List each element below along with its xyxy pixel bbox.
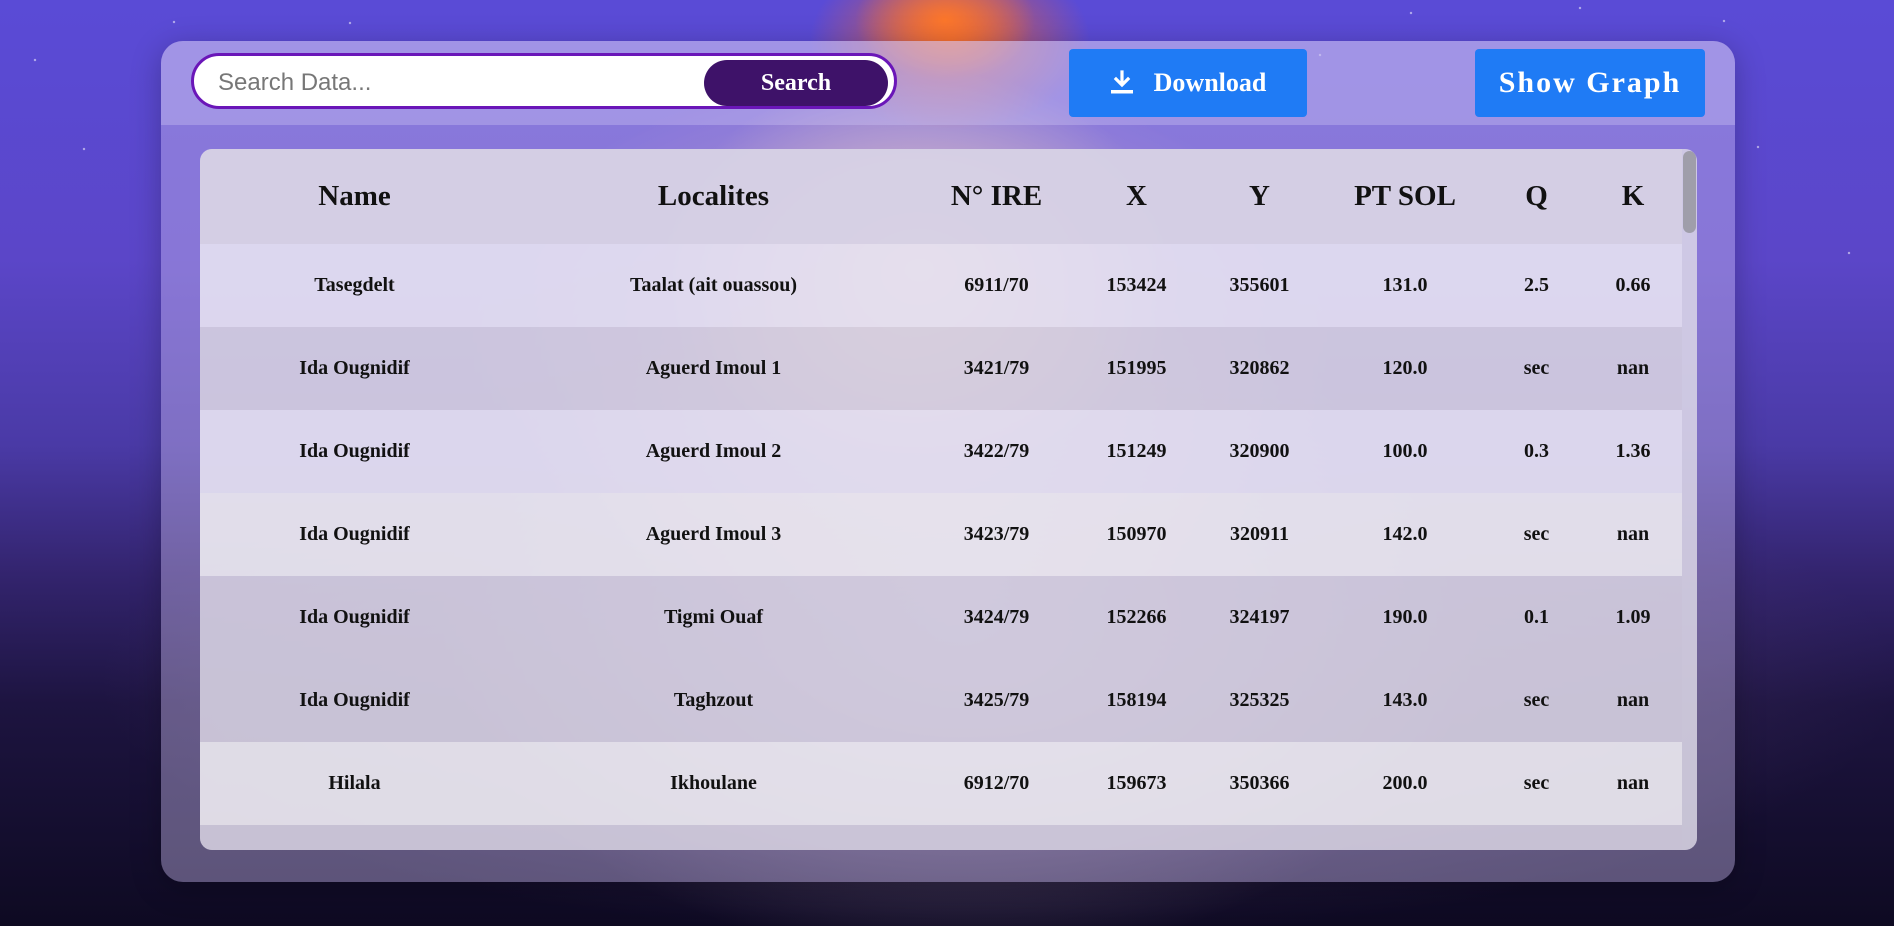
cell-y: 320862 — [1198, 327, 1321, 410]
table-row[interactable]: Tasegdelt Taalat (ait ouassou) 6911/70 1… — [200, 244, 1682, 327]
table-header-row: Name Localites N° IRE X Y PT SOL Q K — [200, 149, 1682, 244]
column-header-q[interactable]: Q — [1489, 149, 1584, 244]
cell-name: Ida Ougnidif — [200, 576, 509, 659]
cell-name: Hilala — [200, 742, 509, 825]
cell-q: sec — [1489, 659, 1584, 742]
show-graph-button[interactable]: Show Graph — [1475, 49, 1705, 117]
download-icon — [1108, 69, 1136, 97]
cell-k: 1.36 — [1584, 410, 1682, 493]
cell-k: nan — [1584, 327, 1682, 410]
cell-y: 320900 — [1198, 410, 1321, 493]
column-header-x[interactable]: X — [1075, 149, 1198, 244]
cell-pt-sol: 190.0 — [1321, 576, 1489, 659]
toolbar: Search Download Show Graph — [161, 41, 1735, 125]
cell-x: 152266 — [1075, 576, 1198, 659]
column-header-name[interactable]: Name — [200, 149, 509, 244]
cell-x: 159673 — [1075, 742, 1198, 825]
cell-n-ire: 3421/79 — [918, 327, 1075, 410]
cell-y: 320911 — [1198, 493, 1321, 576]
cell-k: nan — [1584, 742, 1682, 825]
cell-n-ire: 3425/79 — [918, 659, 1075, 742]
cell-q: sec — [1489, 742, 1584, 825]
cell-localites: Tigmi Ouaf — [509, 576, 918, 659]
cell-q: 0.3 — [1489, 410, 1584, 493]
table-row[interactable]: Ida Ougnidif Aguerd Imoul 2 3422/79 1512… — [200, 410, 1682, 493]
cell-q: sec — [1489, 327, 1584, 410]
cell-n-ire: 3423/79 — [918, 493, 1075, 576]
cell-pt-sol: 120.0 — [1321, 327, 1489, 410]
cell-n-ire: 3424/79 — [918, 576, 1075, 659]
cell-q: sec — [1489, 493, 1584, 576]
download-button[interactable]: Download — [1069, 49, 1307, 117]
table-scrollbar[interactable] — [1682, 149, 1697, 850]
table-row[interactable]: Ida Ougnidif Taghzout 3425/79 158194 325… — [200, 659, 1682, 742]
search-input[interactable] — [216, 64, 690, 102]
download-label: Download — [1153, 68, 1267, 97]
cell-localites: Aguerd Imoul 1 — [509, 327, 918, 410]
cell-name: Ida Ougnidif — [200, 659, 509, 742]
cell-y: 350366 — [1198, 742, 1321, 825]
data-table-container: Name Localites N° IRE X Y PT SOL Q K Tas… — [200, 149, 1697, 850]
cell-pt-sol: 200.0 — [1321, 742, 1489, 825]
table-row[interactable]: Ida Ougnidif Tigmi Ouaf 3424/79 152266 3… — [200, 576, 1682, 659]
scrollbar-thumb[interactable] — [1683, 151, 1696, 233]
column-header-localites[interactable]: Localites — [509, 149, 918, 244]
column-header-y[interactable]: Y — [1198, 149, 1321, 244]
table-scroll-area[interactable]: Name Localites N° IRE X Y PT SOL Q K Tas… — [200, 149, 1697, 850]
cell-localites: Aguerd Imoul 3 — [509, 493, 918, 576]
column-header-pt-sol[interactable]: PT SOL — [1321, 149, 1489, 244]
cell-x: 150970 — [1075, 493, 1198, 576]
table-row[interactable]: Ida Ougnidif Aguerd Imoul 3 3423/79 1509… — [200, 493, 1682, 576]
column-header-n-ire[interactable]: N° IRE — [918, 149, 1075, 244]
cell-pt-sol: 131.0 — [1321, 244, 1489, 327]
cell-pt-sol: 100.0 — [1321, 410, 1489, 493]
cell-n-ire: 6912/70 — [918, 742, 1075, 825]
cell-pt-sol: 143.0 — [1321, 659, 1489, 742]
cell-k: 0.66 — [1584, 244, 1682, 327]
cell-x: 151249 — [1075, 410, 1198, 493]
cell-k: nan — [1584, 493, 1682, 576]
cell-name: Ida Ougnidif — [200, 327, 509, 410]
search-button[interactable]: Search — [704, 60, 888, 106]
cell-name: Ida Ougnidif — [200, 410, 509, 493]
cell-y: 325325 — [1198, 659, 1321, 742]
cell-q: 0.1 — [1489, 576, 1584, 659]
cell-k: 1.09 — [1584, 576, 1682, 659]
cell-n-ire: 3422/79 — [918, 410, 1075, 493]
cell-q: 2.5 — [1489, 244, 1584, 327]
cell-localites: Taghzout — [509, 659, 918, 742]
cell-y: 324197 — [1198, 576, 1321, 659]
table-row[interactable]: Hilala Ikhoulane 6912/70 159673 350366 2… — [200, 742, 1682, 825]
cell-name: Tasegdelt — [200, 244, 509, 327]
cell-localites: Aguerd Imoul 2 — [509, 410, 918, 493]
cell-x: 158194 — [1075, 659, 1198, 742]
cell-name: Ida Ougnidif — [200, 493, 509, 576]
data-table: Name Localites N° IRE X Y PT SOL Q K Tas… — [200, 149, 1682, 850]
cell-y: 355601 — [1198, 244, 1321, 327]
column-header-k[interactable]: K — [1584, 149, 1682, 244]
cell-pt-sol: 142.0 — [1321, 493, 1489, 576]
search-bar: Search — [191, 53, 897, 109]
cell-x: 153424 — [1075, 244, 1198, 327]
cell-x: 151995 — [1075, 327, 1198, 410]
cell-n-ire: 6911/70 — [918, 244, 1075, 327]
cell-localites: Ikhoulane — [509, 742, 918, 825]
main-panel: Search Download Show Graph — [161, 41, 1735, 882]
cell-localites: Taalat (ait ouassou) — [509, 244, 918, 327]
cell-k: nan — [1584, 659, 1682, 742]
table-row[interactable]: Ida Ougnidif Aguerd Imoul 1 3421/79 1519… — [200, 327, 1682, 410]
table-row-partial[interactable] — [200, 825, 1682, 850]
